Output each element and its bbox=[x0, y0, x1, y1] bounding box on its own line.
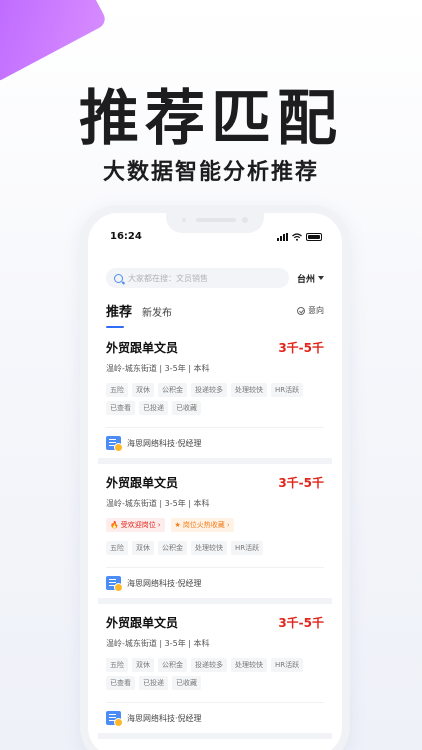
job-salary: 3千-5千 bbox=[278, 616, 324, 630]
status-icons bbox=[277, 233, 322, 241]
status-time: 16:24 bbox=[110, 231, 142, 242]
job-tags: 五险 双休 公积金 投递较多 处理较快 HR活跃 已查看 已投递 已收藏 bbox=[106, 383, 324, 415]
job-card[interactable]: 外贸跟单文员 3千-5千 温岭-城东街道 | 3-5年 | 本科 五险 双休 公… bbox=[98, 604, 332, 739]
job-tag: 公积金 bbox=[158, 541, 187, 555]
job-tag: 处理较快 bbox=[231, 658, 267, 672]
job-tag: HR活跃 bbox=[271, 383, 304, 397]
company-name: 海思网络科技·倪经理 bbox=[127, 713, 202, 723]
job-tags: 五险 双休 公积金 投递较多 处理较快 HR活跃 已查看 已投递 已收藏 bbox=[106, 658, 324, 690]
company-row[interactable]: 海思网络科技·倪经理 bbox=[106, 567, 324, 592]
job-tag: 五险 bbox=[106, 383, 128, 397]
star-icon: ★ bbox=[174, 521, 181, 529]
city-select[interactable]: 台州 bbox=[297, 272, 324, 285]
chevron-right-icon: › bbox=[157, 521, 161, 529]
job-highlights: 🔥 受欢迎岗位 › ★ 岗位火热收藏 › bbox=[106, 518, 324, 532]
search-placeholder: 大家都在搜：文员销售 bbox=[128, 273, 208, 283]
job-list: 外贸跟单文员 3千-5千 温岭-城东街道 | 3-5年 | 本科 五险 双休 公… bbox=[98, 329, 332, 739]
job-tag: 双休 bbox=[132, 383, 154, 397]
job-card[interactable]: 外贸跟单文员 3千-5千 温岭-城东街道 | 3-5年 | 本科 🔥 受欢迎岗位… bbox=[98, 464, 332, 604]
company-name: 海思网络科技·倪经理 bbox=[127, 438, 202, 448]
phone-notch bbox=[166, 213, 264, 233]
phone-frame: 16:24 大家都在搜：文员销售 台州 推荐 新发布 意向 外贸跟单文员 3千-… bbox=[80, 205, 350, 750]
job-card[interactable]: 外贸跟单文员 3千-5千 温岭-城东街道 | 3-5年 | 本科 五险 双休 公… bbox=[98, 329, 332, 464]
signal-icon bbox=[277, 233, 288, 241]
popular-job-badge[interactable]: 🔥 受欢迎岗位 › bbox=[106, 518, 165, 532]
badge-label: 岗位火热收藏 bbox=[182, 521, 225, 529]
tab-recommend[interactable]: 推荐 bbox=[106, 301, 132, 320]
check-circle-icon bbox=[297, 306, 305, 315]
city-label: 台州 bbox=[296, 274, 315, 285]
badge-label: 受欢迎岗位 bbox=[120, 521, 156, 529]
job-tag: 双休 bbox=[132, 541, 154, 555]
search-icon bbox=[114, 273, 123, 283]
battery-icon bbox=[306, 233, 322, 241]
job-tag: 五险 bbox=[106, 658, 128, 672]
fire-icon: 🔥 bbox=[110, 521, 119, 529]
job-tag: 已投递 bbox=[139, 401, 168, 415]
job-meta: 温岭-城东街道 | 3-5年 | 本科 bbox=[106, 364, 210, 373]
job-tag: 已收藏 bbox=[172, 676, 201, 690]
hero-subtitle: 大数据智能分析推荐 bbox=[102, 160, 319, 185]
caret-down-icon bbox=[318, 276, 324, 280]
job-meta: 温岭-城东街道 | 3-5年 | 本科 bbox=[106, 499, 210, 508]
job-salary: 3千-5千 bbox=[278, 341, 324, 355]
job-meta: 温岭-城东街道 | 3-5年 | 本科 bbox=[106, 639, 210, 648]
intent-button[interactable]: 意向 bbox=[297, 305, 324, 316]
hero-title: 推荐匹配 bbox=[79, 84, 343, 154]
company-row[interactable]: 海思网络科技·倪经理 bbox=[106, 702, 324, 727]
company-logo-icon bbox=[106, 436, 123, 452]
job-salary: 3千-5千 bbox=[278, 476, 324, 490]
hot-favorite-badge[interactable]: ★ 岗位火热收藏 › bbox=[170, 518, 234, 532]
job-tag: 公积金 bbox=[158, 383, 187, 397]
job-tag: 已投递 bbox=[139, 676, 168, 690]
tab-new[interactable]: 新发布 bbox=[142, 304, 172, 319]
intent-label: 意向 bbox=[308, 306, 324, 315]
job-tag: 五险 bbox=[106, 541, 128, 555]
speaker-grille bbox=[196, 218, 236, 222]
company-row[interactable]: 海思网络科技·倪经理 bbox=[106, 427, 324, 452]
sensor-dot bbox=[182, 218, 186, 222]
job-tag: 已查看 bbox=[106, 401, 135, 415]
search-row: 大家都在搜：文员销售 台州 bbox=[106, 267, 324, 289]
tabs-row: 推荐 新发布 意向 bbox=[106, 301, 324, 329]
job-tag: 投递较多 bbox=[191, 383, 227, 397]
job-tag: 投递较多 bbox=[191, 658, 227, 672]
company-name: 海思网络科技·倪经理 bbox=[127, 578, 202, 588]
job-tag: 处理较快 bbox=[231, 383, 267, 397]
tab-indicator bbox=[106, 326, 124, 328]
company-logo-icon bbox=[106, 576, 123, 592]
company-logo-icon bbox=[106, 711, 123, 727]
front-camera-icon bbox=[242, 217, 248, 223]
chevron-right-icon: › bbox=[226, 521, 230, 529]
job-tag: 已查看 bbox=[106, 676, 135, 690]
job-tag: 处理较快 bbox=[191, 541, 227, 555]
wifi-icon bbox=[292, 233, 302, 241]
job-tag: 双休 bbox=[132, 658, 154, 672]
job-tag: 公积金 bbox=[158, 658, 187, 672]
job-tag: HR活跃 bbox=[271, 658, 304, 672]
search-input[interactable]: 大家都在搜：文员销售 bbox=[106, 268, 289, 288]
status-bar: 16:24 bbox=[88, 231, 342, 247]
job-tag: 已收藏 bbox=[172, 401, 201, 415]
job-tags: 五险 双休 公积金 处理较快 HR活跃 bbox=[106, 541, 324, 555]
job-tag: HR活跃 bbox=[231, 541, 264, 555]
